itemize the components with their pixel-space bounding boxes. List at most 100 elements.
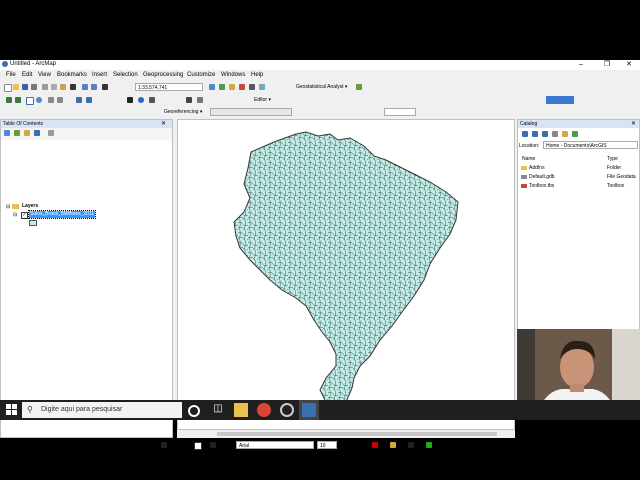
save-icon[interactable] xyxy=(22,84,28,90)
paste-icon[interactable] xyxy=(60,84,66,90)
list-by-source-icon[interactable] xyxy=(14,130,20,136)
arcmap-taskbar-icon[interactable] xyxy=(299,400,319,420)
select-pointer-icon[interactable] xyxy=(161,442,167,448)
scroll-thumb[interactable] xyxy=(217,432,497,436)
copy-icon[interactable] xyxy=(51,84,57,90)
georeferencing-menu[interactable]: Georeferencing ▾ xyxy=(164,109,202,115)
delete-icon[interactable] xyxy=(70,84,76,90)
select-elements-icon[interactable] xyxy=(127,97,133,103)
print-icon[interactable] xyxy=(31,84,37,90)
list-by-selection-icon[interactable] xyxy=(34,130,40,136)
location-combo[interactable]: Home - Documents\ArcGIS xyxy=(543,141,638,149)
arctoolbox-icon[interactable] xyxy=(239,84,245,90)
type-column-header[interactable]: Type xyxy=(607,156,618,162)
list-by-visibility-icon[interactable] xyxy=(24,130,30,136)
cut-icon[interactable] xyxy=(42,84,48,90)
drawing-menu[interactable]: Drawing ▾ xyxy=(131,442,153,448)
georef-layer-combo[interactable] xyxy=(210,108,292,116)
georef-input[interactable] xyxy=(384,108,416,116)
font-color-icon[interactable] xyxy=(372,442,378,448)
menu-help[interactable]: Help xyxy=(251,72,263,78)
bold-button[interactable]: B xyxy=(341,441,345,447)
restore-icon[interactable]: ❐ xyxy=(600,60,614,70)
fixed-zoom-in-icon[interactable] xyxy=(48,97,54,103)
layers-group-label[interactable]: Layers xyxy=(22,203,38,209)
font-combo[interactable]: Arial xyxy=(236,441,314,449)
menu-customize[interactable]: Customize xyxy=(187,72,215,78)
catalog-forward-icon[interactable] xyxy=(532,131,538,137)
italic-button[interactable]: I xyxy=(350,441,352,447)
font-size-combo[interactable]: 10 xyxy=(317,441,337,449)
undo-icon[interactable] xyxy=(82,84,88,90)
chrome-icon[interactable] xyxy=(257,403,271,417)
open-icon[interactable] xyxy=(13,84,19,90)
identify-icon[interactable] xyxy=(138,97,144,103)
marker-color-icon[interactable] xyxy=(426,442,432,448)
color-selector[interactable] xyxy=(546,96,574,104)
map-view[interactable] xyxy=(177,119,515,430)
toc-close-icon[interactable]: ✕ xyxy=(161,120,166,127)
catalog-close-icon[interactable]: ✕ xyxy=(631,120,636,127)
menu-insert[interactable]: Insert xyxy=(92,72,107,78)
list-item[interactable]: AddIns Folder xyxy=(521,164,637,172)
pan-icon[interactable] xyxy=(26,97,34,105)
app-icon[interactable] xyxy=(280,403,294,417)
list-by-drawing-order-icon[interactable] xyxy=(4,130,10,136)
line-color-icon[interactable] xyxy=(408,442,414,448)
forward-extent-icon[interactable] xyxy=(86,97,92,103)
list-item[interactable]: Default.gdb File Geodata xyxy=(521,173,637,181)
menu-bookmarks[interactable]: Bookmarks xyxy=(57,72,87,78)
redo-icon[interactable] xyxy=(91,84,97,90)
binoculars-icon[interactable] xyxy=(186,97,192,103)
close-icon[interactable]: ✕ xyxy=(622,60,636,70)
fill-color-icon[interactable] xyxy=(390,442,396,448)
add-data-icon[interactable] xyxy=(102,84,108,90)
connect-folder-icon[interactable] xyxy=(562,131,568,137)
editor-menu[interactable]: Editor ▾ xyxy=(254,97,271,103)
options-icon[interactable] xyxy=(48,130,54,136)
layer-visibility-checkbox[interactable]: ✓ xyxy=(21,212,28,219)
new-icon[interactable] xyxy=(4,84,12,92)
collapse-icon[interactable]: ⊟ xyxy=(6,204,10,210)
taskbar-search-box[interactable]: ⚲ Digite aqui para pesquisar xyxy=(22,402,182,418)
scale-combo[interactable]: 1:33.574.741 xyxy=(135,83,203,91)
catalog-back-icon[interactable] xyxy=(522,131,528,137)
full-extent-icon[interactable] xyxy=(36,97,42,103)
catalog-up-icon[interactable] xyxy=(542,131,548,137)
table-icon[interactable] xyxy=(219,84,225,90)
measure-icon[interactable] xyxy=(197,97,203,103)
find-icon[interactable] xyxy=(149,97,155,103)
cortana-icon[interactable] xyxy=(188,405,200,417)
layer-symbol[interactable] xyxy=(29,220,37,226)
menu-edit[interactable]: Edit xyxy=(22,72,32,78)
geostatistical-analyst-menu[interactable]: Geostatistical Analyst ▾ xyxy=(296,84,347,90)
menu-geoprocessing[interactable]: Geoprocessing xyxy=(143,72,183,78)
menu-file[interactable]: File xyxy=(6,72,16,78)
editor-toolbar-icon[interactable] xyxy=(209,84,215,90)
modelbuilder-icon[interactable] xyxy=(259,84,265,90)
layer-name[interactable]: Solos_Brasil_5Milhoes_2011 xyxy=(27,210,97,219)
catalog-home-icon[interactable] xyxy=(552,131,558,137)
refresh-icon[interactable] xyxy=(572,131,578,137)
catalog-icon[interactable] xyxy=(229,84,235,90)
rectangle-icon[interactable] xyxy=(194,442,202,450)
menu-selection[interactable]: Selection xyxy=(113,72,138,78)
minimize-icon[interactable]: – xyxy=(574,60,588,70)
zoom-in-icon[interactable] xyxy=(6,97,12,103)
back-extent-icon[interactable] xyxy=(76,97,82,103)
map-horizontal-scrollbar[interactable] xyxy=(177,430,515,438)
list-item[interactable]: Toolbox.tbx Toolbox xyxy=(521,182,637,190)
task-view-icon[interactable]: ◫ xyxy=(211,403,225,417)
menu-view[interactable]: View xyxy=(38,72,51,78)
layer-collapse-icon[interactable]: ⊟ xyxy=(13,212,17,218)
zoom-out-icon[interactable] xyxy=(15,97,21,103)
python-icon[interactable] xyxy=(249,84,255,90)
underline-button[interactable]: U xyxy=(358,441,362,447)
menu-windows[interactable]: Windows xyxy=(221,72,245,78)
fixed-zoom-out-icon[interactable] xyxy=(57,97,63,103)
file-explorer-icon[interactable] xyxy=(234,403,248,417)
name-column-header[interactable]: Name xyxy=(522,156,535,162)
geostat-wizard-icon[interactable] xyxy=(356,84,362,90)
text-icon[interactable] xyxy=(210,442,216,448)
windows-start-icon[interactable] xyxy=(5,403,19,417)
